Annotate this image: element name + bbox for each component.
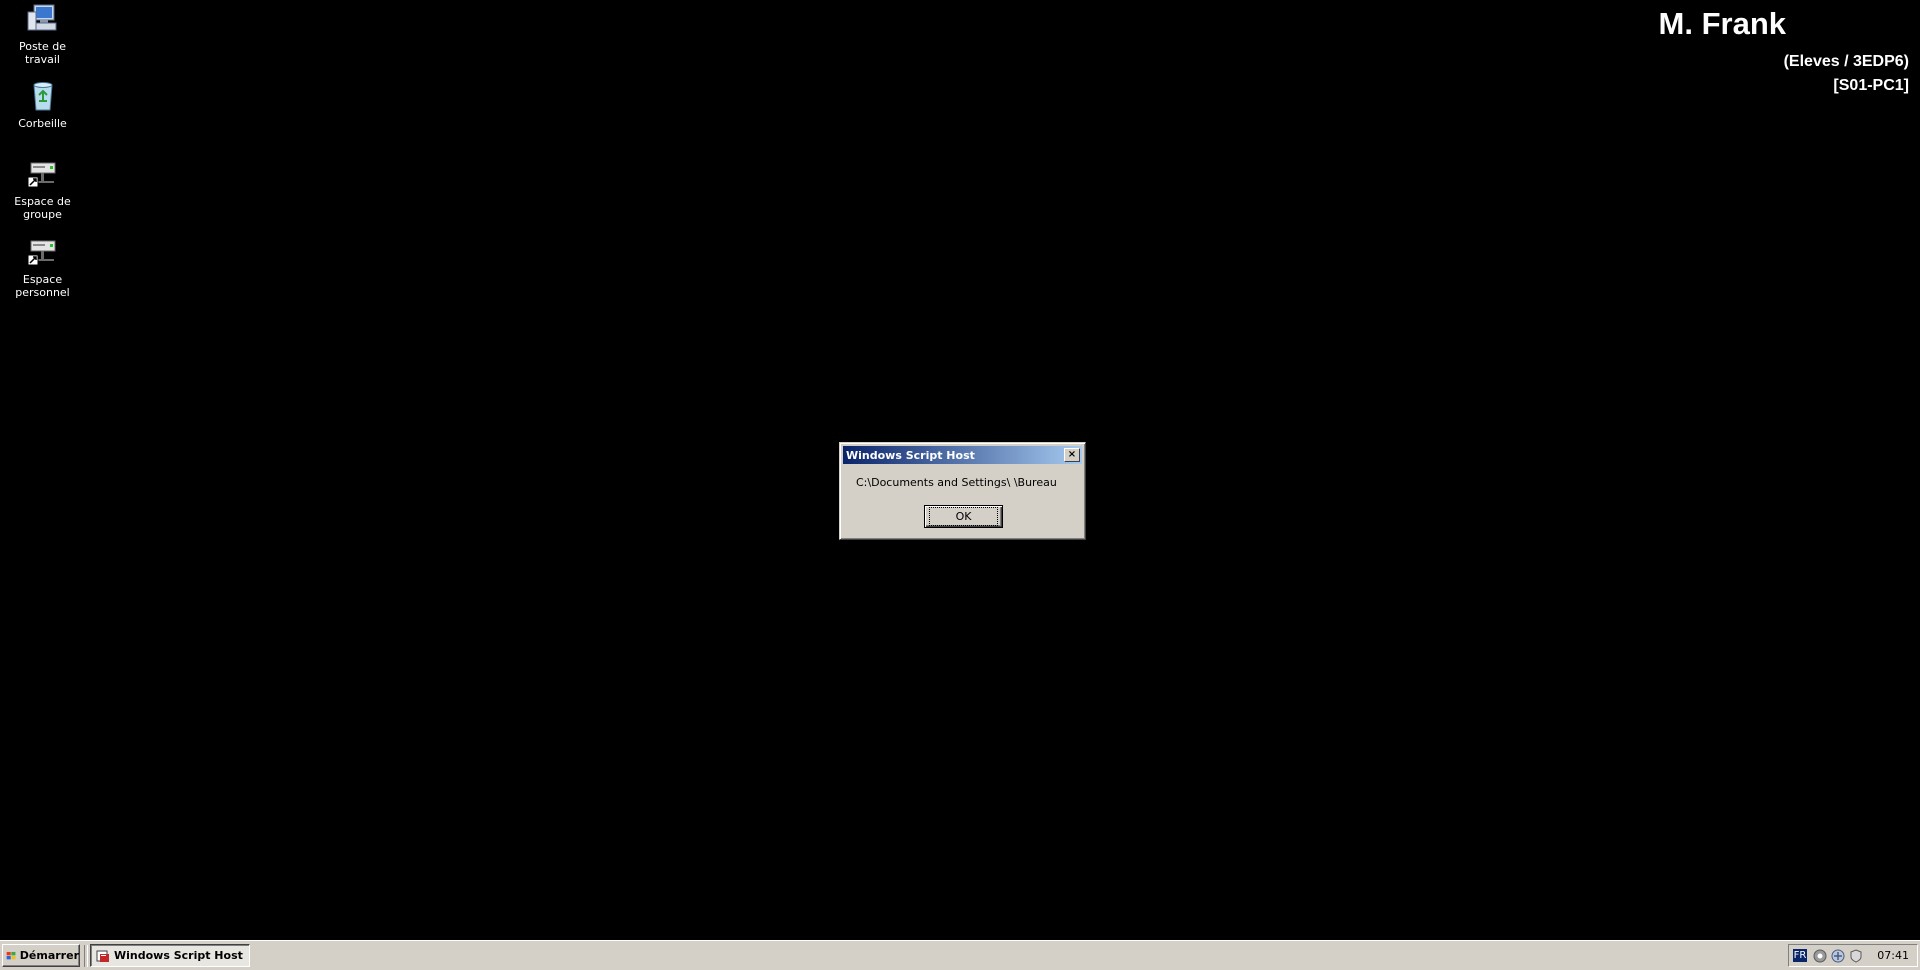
desktop-icon-corbeille[interactable]: Corbeille	[0, 79, 85, 130]
system-tray: FR 07:41	[1787, 944, 1918, 967]
security-icon[interactable]	[1848, 948, 1864, 964]
close-icon: ×	[1067, 449, 1077, 460]
taskbar: Démarrer Windows Script Host FR 07:41	[0, 940, 1920, 970]
desktop-icon-label: Espace personnel	[15, 273, 70, 299]
user-info: M. Frank (Eleves / 3EDP6) [S01-PC1]	[1659, 6, 1909, 98]
clock[interactable]: 07:41	[1877, 949, 1909, 962]
recycle-bin-icon	[32, 82, 53, 111]
dialog-title: Windows Script Host	[846, 448, 975, 462]
my-computer-icon	[27, 4, 56, 31]
dialog-message: C:\Documents and Settings\ \Bureau	[856, 476, 1057, 489]
volume-icon[interactable]	[1812, 948, 1828, 964]
taskbar-divider	[84, 944, 88, 967]
ok-button[interactable]: OK	[924, 505, 1003, 528]
message-dialog: Windows Script Host × C:\Documents and S…	[839, 442, 1086, 540]
desktop-icon-label: Corbeille	[18, 117, 67, 130]
user-pc: [S01-PC1]	[1833, 77, 1909, 94]
script-host-icon	[96, 950, 109, 962]
desktop-icon-label: Espace de groupe	[14, 195, 71, 221]
desktop-icon-espace-de-groupe[interactable]: Espace de groupe	[0, 157, 85, 221]
taskbar-item-label: Windows Script Host	[114, 949, 243, 962]
desktop-icon-poste-de-travail[interactable]: Poste de travail	[0, 2, 85, 66]
desktop-icon-label: Poste de travail	[18, 40, 67, 66]
dialog-close-button[interactable]: ×	[1064, 448, 1080, 462]
network-icon[interactable]	[1830, 948, 1846, 964]
taskbar-item-windows-script-host[interactable]: Windows Script Host	[90, 944, 250, 967]
language-indicator[interactable]: FR	[1792, 949, 1808, 962]
start-button[interactable]: Démarrer	[2, 944, 80, 967]
desktop: Poste de travail Corbeille Espace de gro…	[0, 0, 1920, 940]
start-button-label: Démarrer	[19, 949, 79, 962]
desktop-icon-espace-personnel[interactable]: Espace personnel	[0, 235, 85, 299]
dialog-titlebar[interactable]: Windows Script Host ×	[843, 446, 1082, 464]
user-group: (Eleves / 3EDP6)	[1783, 53, 1909, 70]
ok-button-label: OK	[928, 507, 999, 526]
user-name: M. Frank	[1658, 6, 1786, 41]
network-drive-icon	[27, 162, 55, 188]
windows-logo-icon	[6, 951, 16, 959]
network-drive-icon	[27, 240, 55, 266]
